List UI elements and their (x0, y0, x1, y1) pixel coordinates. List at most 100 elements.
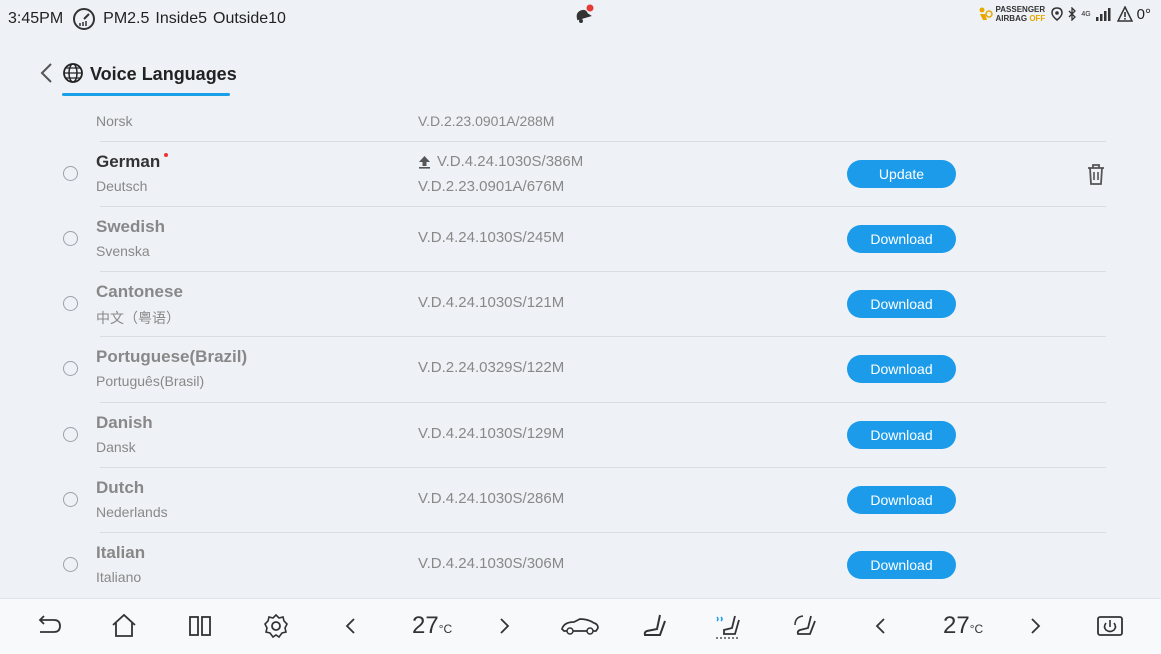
language-native-name: Português(Brasil) (96, 373, 205, 389)
row-divider (100, 141, 1106, 142)
airbag-line2: AIRBAG (995, 14, 1028, 23)
list-item-dutch[interactable]: Dutch Nederlands V.D.4.24.1030S/286M Dow… (0, 467, 1161, 532)
version: V.D.2.24.0329S/122M (418, 359, 565, 376)
chevron-right-icon[interactable] (489, 611, 519, 641)
language-native-name: 中文（粤语） (96, 310, 180, 326)
list-item-swedish[interactable]: Swedish Svenska V.D.4.24.1030S/245M Down… (0, 206, 1161, 271)
bluetooth-icon (1068, 7, 1077, 21)
radio-button[interactable] (63, 427, 78, 442)
chevron-left-right-temp-icon[interactable] (866, 611, 896, 641)
air-quality-icon (73, 8, 96, 30)
outside-value: 10 (268, 10, 286, 27)
language-native-name: Dansk (96, 439, 136, 455)
tab-underline (62, 93, 230, 96)
partial-row-name: Norsk (96, 113, 133, 129)
dock-bar: 27°C 27°C (0, 598, 1161, 654)
language-native-name: Svenska (96, 243, 150, 259)
download-button[interactable]: Download (847, 355, 956, 383)
version: V.D.4.24.1030S/306M (418, 555, 565, 572)
download-button[interactable]: Download (847, 290, 956, 318)
upload-icon (419, 156, 430, 169)
language-native-name: Deutsch (96, 178, 148, 194)
left-temperature: 27°C (412, 612, 452, 640)
notification-bell-icon[interactable] (572, 4, 594, 26)
chevron-left-icon[interactable] (336, 611, 366, 641)
download-button[interactable]: Download (847, 551, 956, 579)
back-nav-icon[interactable] (34, 611, 64, 641)
version: V.D.4.24.1030S/286M (418, 490, 565, 507)
radio-button[interactable] (63, 492, 78, 507)
radio-button[interactable] (63, 296, 78, 311)
clock: 3:45PM (8, 10, 64, 27)
language-name: Portuguese(Brazil) (96, 347, 248, 366)
language-name: Dutch (96, 478, 145, 497)
partial-row-version: V.D.2.23.0901A/288M (418, 113, 555, 129)
download-button[interactable]: Download (847, 421, 956, 449)
download-button[interactable]: Download (847, 486, 956, 514)
language-name: German (96, 152, 161, 171)
language-name: Italian (96, 543, 146, 562)
right-temperature-unit: °C (969, 622, 984, 636)
power-icon[interactable] (1095, 611, 1125, 641)
radio-button[interactable] (63, 166, 78, 181)
seat-heat-icon[interactable] (713, 611, 743, 641)
row-divider (100, 271, 1106, 272)
page-title: Voice Languages (90, 64, 237, 84)
list-item-danish[interactable]: Danish Dansk V.D.4.24.1030S/129M Downloa… (0, 402, 1161, 467)
location-icon (1051, 7, 1064, 21)
list-item-german[interactable]: German Deutsch V.D.4.24.1030S/386M V.D.2… (0, 141, 1161, 206)
settings-icon[interactable] (261, 611, 291, 641)
list-item-italian[interactable]: Italian Italiano V.D.4.24.1030S/306M Dow… (0, 532, 1161, 597)
recirculation-icon[interactable] (791, 611, 821, 641)
language-native-name: Nederlands (96, 504, 168, 520)
airbag-off: OFF (1029, 14, 1046, 23)
left-temperature-unit: °C (438, 622, 453, 636)
row-divider (100, 532, 1106, 533)
radio-button[interactable] (63, 557, 78, 572)
passenger-airbag-indicator: PASSENGER AIRBAG OFF (977, 5, 1046, 23)
pm25-label: PM2.5 (103, 10, 150, 27)
row-divider (100, 467, 1106, 468)
chevron-right-right-temp-icon[interactable] (1020, 611, 1050, 641)
list-item-portuguese-brazil[interactable]: Portuguese(Brazil) Português(Brasil) V.D… (0, 336, 1161, 401)
right-temperature-value: 27 (943, 612, 970, 639)
list-item-cantonese[interactable]: Cantonese 中文（粤语） V.D.4.24.1030S/121M Dow… (0, 271, 1161, 336)
airbag-icon (979, 7, 993, 20)
row-divider (100, 402, 1106, 403)
alert-value: 0 (1136, 5, 1145, 23)
inside-label: Inside (155, 10, 199, 27)
update-button[interactable]: Update (847, 160, 956, 188)
back-icon[interactable] (38, 62, 54, 84)
cellular-signal-icon (1095, 8, 1111, 21)
language-name: Cantonese (96, 282, 183, 301)
right-temperature: 27°C (943, 612, 983, 640)
outside-label: Outside (213, 10, 269, 27)
row-divider (100, 206, 1106, 207)
version: V.D.4.24.1030S/245M (418, 229, 565, 246)
left-temperature-value: 27 (412, 612, 439, 639)
warning-icon (1116, 6, 1133, 22)
radio-button[interactable] (63, 231, 78, 246)
trash-icon[interactable] (1085, 162, 1107, 186)
row-divider (100, 336, 1106, 337)
car-icon[interactable] (560, 611, 600, 641)
page-header: Voice Languages (0, 56, 400, 100)
globe-icon (63, 63, 83, 83)
version: V.D.4.24.1030S/121M (418, 294, 565, 311)
home-icon[interactable] (109, 611, 139, 641)
version: V.D.4.24.1030S/129M (418, 425, 565, 442)
language-list[interactable]: Norsk V.D.2.23.0901A/288M German Deutsch… (0, 100, 1161, 598)
new-indicator-dot (164, 153, 168, 157)
language-name: Danish (96, 413, 153, 432)
language-name: Swedish (96, 217, 165, 236)
download-button[interactable]: Download (847, 225, 956, 253)
inside-value: 5 (198, 10, 207, 27)
split-screen-icon[interactable] (185, 611, 215, 641)
signal-label: 4G (1081, 10, 1091, 18)
radio-button[interactable] (63, 361, 78, 376)
seat-icon[interactable] (640, 611, 670, 641)
current-version: V.D.2.23.0901A/676M (418, 178, 565, 195)
airbag-line1: PASSENGER (995, 5, 1046, 14)
language-native-name: Italiano (96, 569, 142, 585)
new-version: V.D.4.24.1030S/386M (437, 153, 584, 170)
